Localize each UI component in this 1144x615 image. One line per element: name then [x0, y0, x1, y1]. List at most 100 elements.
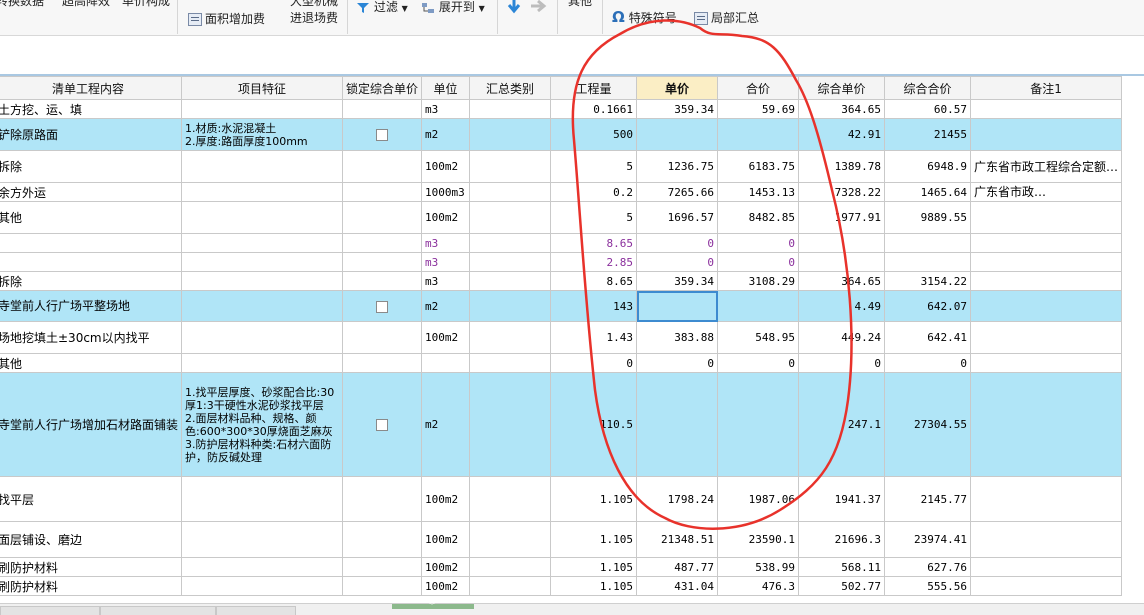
cell-remark[interactable] — [970, 252, 1123, 272]
cell-comprehensive-total[interactable]: 642.41 — [884, 321, 972, 354]
cell-lock-price[interactable] — [342, 252, 423, 272]
cell-remark[interactable] — [970, 321, 1123, 354]
cell-lock-price[interactable] — [342, 271, 423, 291]
cell-unit[interactable]: 1000m3 — [421, 182, 471, 202]
cell-total-price[interactable]: 476.3 — [717, 576, 800, 596]
cell-comprehensive-unit-price[interactable]: 502.77 — [798, 576, 886, 596]
table-row[interactable]: 余方外运 1000m3 0.2 7265.66 1453.13 7328.22 1465.6… — [0, 182, 1123, 202]
cell-comprehensive-unit-price[interactable]: 0 — [798, 353, 886, 373]
cell-unit[interactable]: 100m2 — [421, 201, 471, 234]
partial-summary-button[interactable]: 局部汇总 — [694, 11, 759, 25]
col-header-lock-price[interactable]: 锁定综合单价 — [342, 76, 423, 100]
cell-total-price[interactable]: 3108.29 — [717, 271, 800, 291]
cell-quantity[interactable]: 500 — [550, 118, 638, 151]
cell-unit[interactable]: m2 — [421, 372, 471, 477]
cell-remark[interactable] — [970, 271, 1123, 291]
cell-total-price[interactable]: 23590.1 — [717, 521, 800, 558]
cell-unit[interactable]: 100m2 — [421, 521, 471, 558]
cell-remark[interactable] — [970, 557, 1123, 577]
cell-lock-price[interactable] — [342, 201, 423, 234]
cell-comprehensive-total[interactable]: 2145.77 — [884, 476, 972, 522]
cell-comprehensive-unit-price[interactable]: 247.1 — [798, 372, 886, 477]
cell-feature[interactable] — [181, 290, 344, 322]
cell-remark[interactable] — [970, 476, 1123, 522]
cell-comprehensive-total[interactable]: 555.56 — [884, 576, 972, 596]
cell-content[interactable]: 拆除 — [0, 271, 183, 291]
cell-content[interactable]: 场地挖填土±30cm以内找平 — [0, 321, 183, 354]
col-header-content[interactable]: 清单工程内容 — [0, 76, 183, 100]
cell-quantity[interactable]: 0.1661 — [550, 99, 638, 119]
cell-quantity[interactable]: 1.105 — [550, 576, 638, 596]
col-header-remark[interactable]: 备注1 — [970, 76, 1123, 100]
cell-unit-price[interactable] — [636, 372, 719, 477]
cell-unit[interactable] — [421, 353, 471, 373]
cell-total-price[interactable]: 0 — [717, 252, 800, 272]
cell-feature[interactable]: 1.材质:水泥混凝土 2.厚度:路面厚度100mm — [181, 118, 344, 151]
cell-summary-category[interactable] — [469, 476, 552, 522]
cell-comprehensive-total[interactable] — [884, 233, 972, 253]
table-row[interactable]: 找平层 100m2 1.105 1798.24 1987.06 1941.37 2145.7… — [0, 476, 1123, 522]
cell-feature[interactable] — [181, 271, 344, 291]
cell-comprehensive-total[interactable]: 60.57 — [884, 99, 972, 119]
cell-summary-category[interactable] — [469, 557, 552, 577]
cell-feature[interactable] — [181, 182, 344, 202]
cell-comprehensive-total[interactable]: 6948.9 — [884, 150, 972, 183]
cell-unit[interactable]: m3 — [421, 252, 471, 272]
cell-content[interactable]: 土方挖、运、填 — [0, 99, 183, 119]
cell-lock-price[interactable] — [342, 321, 423, 354]
cell-lock-price[interactable] — [342, 476, 423, 522]
cell-quantity[interactable]: 110.5 — [550, 372, 638, 477]
cell-total-price[interactable]: 1453.13 — [717, 182, 800, 202]
cell-unit-price[interactable]: 0 — [636, 233, 719, 253]
cell-comprehensive-unit-price[interactable]: 1389.78 — [798, 150, 886, 183]
cell-remark[interactable] — [970, 118, 1123, 151]
cell-summary-category[interactable] — [469, 321, 552, 354]
table-row[interactable]: 刷防护材料 100m2 1.105 487.77 538.99 568.11 627.76 — [0, 557, 1123, 577]
cell-remark[interactable] — [970, 521, 1123, 558]
cell-lock-price[interactable] — [342, 99, 423, 119]
cell-unit-price[interactable]: 1696.57 — [636, 201, 719, 234]
cell-summary-category[interactable] — [469, 521, 552, 558]
cell-unit-price[interactable]: 21348.51 — [636, 521, 719, 558]
cell-unit-price[interactable]: 383.88 — [636, 321, 719, 354]
cell-summary-category[interactable] — [469, 372, 552, 477]
cell-summary-category[interactable] — [469, 576, 552, 596]
filter-button[interactable]: 过滤 ▼ — [356, 0, 408, 16]
cell-content[interactable]: 寺堂前人行广场增加石材路面铺装 — [0, 372, 183, 477]
cell-unit-price[interactable]: 1798.24 — [636, 476, 719, 522]
col-header-comprehensive-unit-price[interactable]: 综合单价 — [798, 76, 886, 100]
table-row[interactable]: 刷防护材料 100m2 1.105 431.04 476.3 502.77 555.56 — [0, 576, 1123, 596]
cell-total-price[interactable]: 0 — [717, 233, 800, 253]
cell-feature[interactable]: 1.找平层厚度、砂浆配合比:30厚1:3干硬性水泥砂浆找平层 2.面层材料品种、… — [181, 372, 344, 477]
cell-quantity[interactable]: 1.105 — [550, 557, 638, 577]
cell-unit[interactable]: 100m2 — [421, 321, 471, 354]
cell-lock-price[interactable] — [342, 353, 423, 373]
lock-price-checkbox[interactable] — [376, 129, 389, 141]
cell-remark[interactable]: 广东省市政工程综合定额… — [970, 150, 1123, 183]
cell-remark[interactable] — [970, 353, 1123, 373]
cell-feature[interactable] — [181, 252, 344, 272]
col-header-unit-price[interactable]: 单价 — [636, 76, 719, 100]
cell-content[interactable] — [0, 252, 183, 272]
cell-content[interactable]: 刷防护材料 — [0, 557, 183, 577]
cell-unit[interactable]: 100m2 — [421, 576, 471, 596]
cell-unit[interactable]: 100m2 — [421, 557, 471, 577]
cell-quantity[interactable]: 1.43 — [550, 321, 638, 354]
cell-feature[interactable] — [181, 353, 344, 373]
cell-summary-category[interactable] — [469, 271, 552, 291]
cell-total-price[interactable]: 538.99 — [717, 557, 800, 577]
cell-quantity[interactable]: 143 — [550, 290, 638, 322]
cell-content[interactable]: 拆除 — [0, 150, 183, 183]
cell-remark[interactable] — [970, 233, 1123, 253]
cell-unit-price[interactable]: 431.04 — [636, 576, 719, 596]
col-header-feature[interactable]: 项目特征 — [181, 76, 344, 100]
arrow-down-icon[interactable] — [506, 0, 522, 14]
cell-content[interactable] — [0, 233, 183, 253]
table-row[interactable]: m3 8.65 0 0 — [0, 233, 1123, 253]
large-machinery-line1[interactable]: 大型机械 — [290, 0, 338, 8]
special-symbol-button[interactable]: Ω 特殊符号 — [612, 10, 677, 26]
cell-summary-category[interactable] — [469, 233, 552, 253]
cell-content[interactable]: 刷防护材料 — [0, 576, 183, 596]
table-row[interactable]: 其他 100m2 5 1696.57 8482.85 1977.91 9889.55 — [0, 201, 1123, 234]
table-row[interactable]: 场地挖填土±30cm以内找平 100m2 1.43 383.88 548.95 449.2… — [0, 321, 1123, 354]
